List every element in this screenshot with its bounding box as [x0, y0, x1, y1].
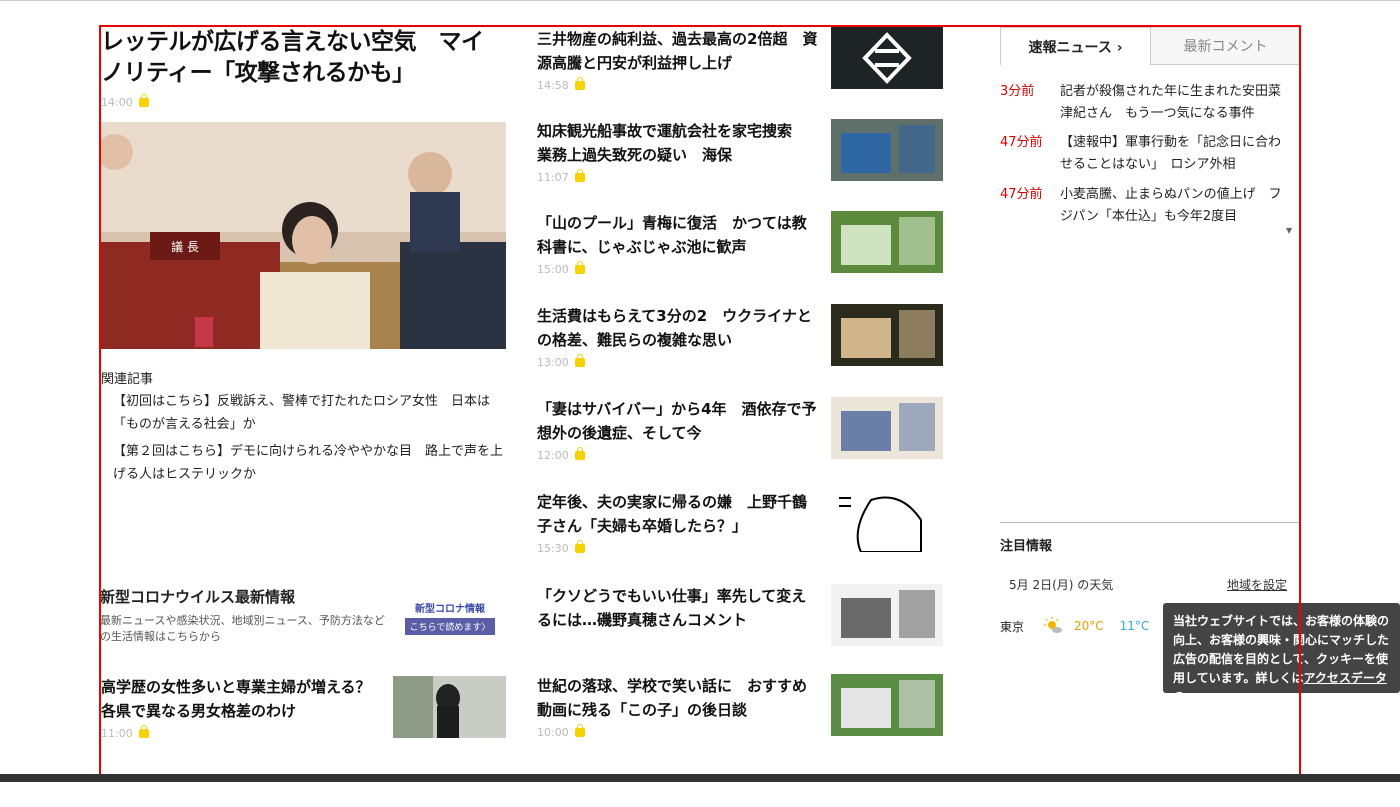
- bottom-bar: [0, 774, 1400, 782]
- selection-frame: [99, 25, 1301, 782]
- top-border: [0, 0, 1400, 1]
